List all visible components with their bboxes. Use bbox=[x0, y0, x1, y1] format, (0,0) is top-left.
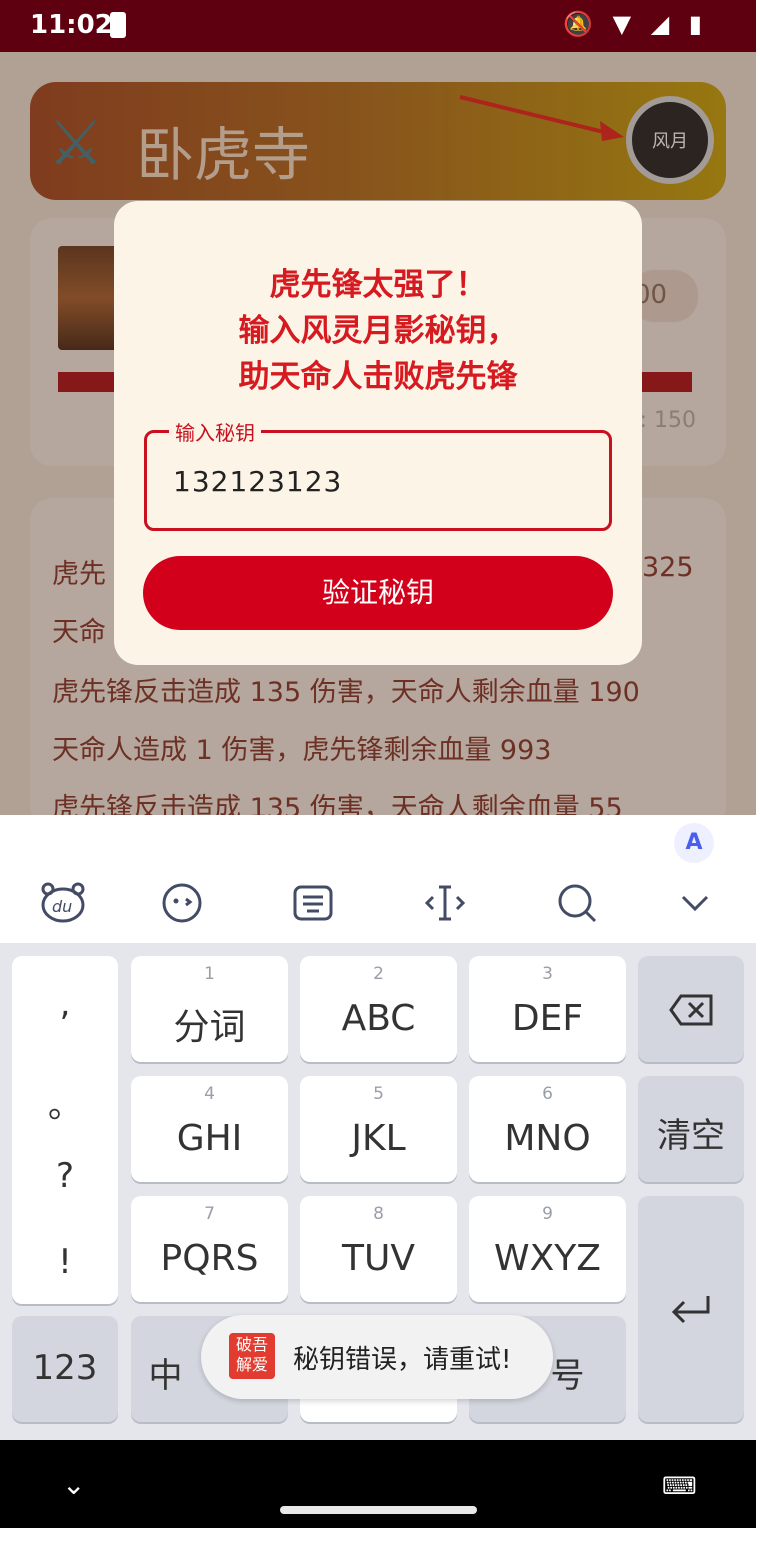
secret-key-input[interactable]: 输入秘钥 132123123 bbox=[144, 417, 612, 531]
status-icons: 🔕 ▼ ◢ ▮ bbox=[563, 10, 708, 38]
punctuation-column[interactable]: , 。 ? ! bbox=[12, 956, 118, 1304]
key-2[interactable]: 2 ABC bbox=[300, 956, 457, 1062]
baidu-bear-icon[interactable]: du bbox=[38, 881, 88, 925]
error-toast: 破吾解爱 秘钥错误，请重试! bbox=[201, 1315, 553, 1399]
key-label: 清空 bbox=[657, 1116, 725, 1156]
key-number: 9 bbox=[542, 1204, 553, 1224]
punct-key[interactable]: , bbox=[12, 984, 118, 1024]
secret-key-dialog: 虎先锋太强了！ 输入风灵月影秘钥， 助天命人击败虎先锋 输入秘钥 1321231… bbox=[114, 201, 642, 665]
emoji-icon[interactable] bbox=[157, 881, 207, 925]
secret-key-value[interactable]: 132123123 bbox=[173, 465, 342, 498]
punct-key[interactable]: ? bbox=[12, 1156, 118, 1196]
verify-key-button[interactable]: 验证秘钥 bbox=[143, 556, 613, 630]
key-label: PQRS bbox=[160, 1238, 259, 1279]
toast-message: 秘钥错误，请重试! bbox=[293, 1345, 512, 1375]
key-6[interactable]: 6 MNO bbox=[469, 1076, 626, 1182]
enter-icon bbox=[671, 1296, 710, 1324]
keyboard-toolbar: A du bbox=[0, 815, 756, 943]
svg-text:du: du bbox=[52, 897, 72, 916]
hide-keyboard-icon[interactable]: ⌄ bbox=[62, 1468, 85, 1501]
key-label: DEF bbox=[511, 998, 584, 1039]
backspace-key[interactable] bbox=[638, 956, 744, 1062]
punct-key[interactable]: ! bbox=[12, 1242, 118, 1282]
clear-key[interactable]: 清空 bbox=[638, 1076, 744, 1182]
key-label: TUV bbox=[342, 1238, 415, 1279]
key-number: 5 bbox=[373, 1084, 384, 1104]
keyboard-switch-icon[interactable]: ⌨ bbox=[662, 1472, 697, 1500]
key-3[interactable]: 3 DEF bbox=[469, 956, 626, 1062]
key-number: 6 bbox=[542, 1084, 553, 1104]
cursor-move-icon[interactable] bbox=[420, 881, 470, 925]
key-1[interactable]: 1 分词 bbox=[131, 956, 288, 1062]
key-number: 4 bbox=[204, 1084, 215, 1104]
key-label: ABC bbox=[341, 998, 416, 1039]
collapse-keyboard-icon[interactable] bbox=[670, 881, 720, 925]
key-label: GHI bbox=[176, 1118, 243, 1159]
key-5[interactable]: 5 JKL bbox=[300, 1076, 457, 1182]
keyboard-layout-icon[interactable] bbox=[288, 881, 338, 925]
key-label: WXYZ bbox=[494, 1238, 601, 1279]
key-label: 分词 bbox=[173, 1007, 246, 1048]
dialog-message-line: 助天命人击败虎先锋 bbox=[238, 359, 518, 395]
key-4[interactable]: 4 GHI bbox=[131, 1076, 288, 1182]
key-number: 3 bbox=[542, 964, 553, 984]
key-number: 7 bbox=[204, 1204, 215, 1224]
app-badge-icon: 破吾解爱 bbox=[229, 1333, 275, 1379]
key-number: 8 bbox=[373, 1204, 384, 1224]
key-8[interactable]: 8 TUV bbox=[300, 1196, 457, 1302]
screen: 11:02 🔕 ▼ ◢ ▮ ⚔ 卧虎寺 风月 00 : 150 虎先 325 天… bbox=[0, 0, 760, 1542]
status-time: 11:02 bbox=[30, 10, 113, 40]
sim-icon bbox=[110, 12, 126, 38]
home-gesture-pill[interactable] bbox=[280, 1506, 477, 1514]
key-number: 2 bbox=[373, 964, 384, 984]
key-number: 1 bbox=[204, 964, 215, 984]
punct-key[interactable]: 。 bbox=[12, 1078, 118, 1127]
dialog-message-line: 虎先锋太强了！ bbox=[269, 267, 487, 303]
key-label: JKL bbox=[351, 1118, 406, 1159]
status-bar: 11:02 🔕 ▼ ◢ ▮ bbox=[0, 0, 756, 52]
key-7[interactable]: 7 PQRS bbox=[131, 1196, 288, 1302]
navigation-bar: ⌄ ⌨ bbox=[0, 1440, 756, 1528]
key-label: MNO bbox=[504, 1118, 591, 1159]
ai-assistant-icon[interactable]: A bbox=[674, 823, 714, 863]
enter-key[interactable] bbox=[638, 1196, 744, 1422]
key-9[interactable]: 9 WXYZ bbox=[469, 1196, 626, 1302]
dialog-message-line: 输入风灵月影秘钥， bbox=[238, 313, 518, 349]
secret-key-label: 输入秘钥 bbox=[169, 417, 261, 446]
search-icon[interactable] bbox=[552, 881, 602, 925]
backspace-icon bbox=[669, 994, 713, 1026]
